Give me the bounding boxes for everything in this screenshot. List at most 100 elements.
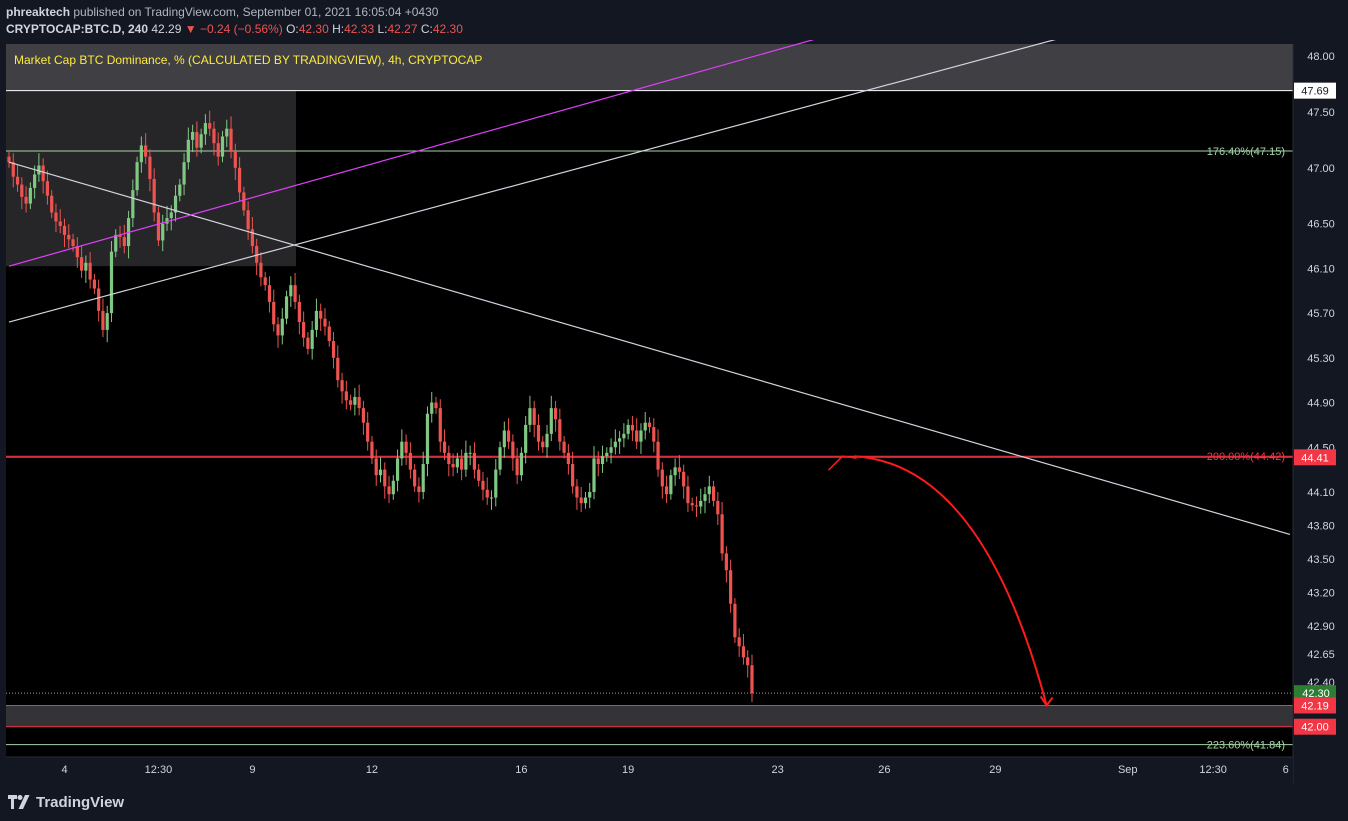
candle-up xyxy=(703,494,707,501)
candle-down xyxy=(408,452,412,470)
candle-down xyxy=(92,279,96,289)
price-tick: 48.00 xyxy=(1307,51,1335,63)
candle-down xyxy=(50,195,54,213)
candle-up xyxy=(618,438,622,442)
price-label-text: 44.41 xyxy=(1301,452,1329,464)
candle-up xyxy=(421,464,425,492)
candle-down xyxy=(331,341,336,358)
price-label-text: 47.69 xyxy=(1301,86,1329,98)
down-arrow-icon: ▼ xyxy=(184,22,197,36)
candle-up xyxy=(280,318,284,336)
candle-up xyxy=(378,469,383,476)
candle-up xyxy=(182,162,186,185)
price-chart[interactable]: 176.40%(47.15) 200.00%(44.42) 223.60%(41.8… xyxy=(0,0,1348,821)
candle-down xyxy=(357,396,361,409)
ohlc-value: 42.33 xyxy=(344,22,375,36)
fib-label: 200.00%(44.42) xyxy=(1207,451,1285,463)
ohlc-key: L: xyxy=(377,22,388,36)
candle-down xyxy=(746,657,750,666)
candle-down xyxy=(152,178,156,213)
price-label-text: 42.19 xyxy=(1301,700,1329,712)
symbol-line: CRYPTOCAP:BTC.D, 240 42.29 ▼ −0.24 (−0.5… xyxy=(6,21,463,37)
candle-up xyxy=(220,136,225,157)
candle-up xyxy=(609,447,613,453)
tradingview-logo[interactable]: TradingView xyxy=(8,793,124,811)
fib-label: 223.60%(41.84) xyxy=(1207,740,1285,752)
candle-down xyxy=(327,326,331,342)
candle-down xyxy=(720,514,724,554)
candle-down xyxy=(562,441,566,453)
time-tick: 4 xyxy=(61,764,67,776)
candle-up xyxy=(310,329,314,349)
candle-down xyxy=(67,234,71,240)
candle-down xyxy=(259,262,263,278)
publish-header: phreaktech published on TradingView.com,… xyxy=(0,0,1348,40)
candle-up xyxy=(455,458,459,468)
price-tick: 47.50 xyxy=(1307,107,1335,119)
candle-down xyxy=(485,489,489,498)
candle-down xyxy=(79,257,84,271)
candle-down xyxy=(716,500,720,515)
candle-down xyxy=(41,165,45,182)
candle-down xyxy=(558,419,562,442)
symbol-name[interactable]: CRYPTOCAP:BTC.D, 240 xyxy=(6,22,148,36)
candle-down xyxy=(553,408,558,420)
ohlc-value: 42.30 xyxy=(298,22,329,36)
candle-up xyxy=(519,452,523,476)
candle-down xyxy=(417,486,421,492)
time-tick: 9 xyxy=(249,764,255,776)
candle-up xyxy=(622,433,626,439)
time-axis[interactable] xyxy=(6,757,1293,784)
time-tick: 12:30 xyxy=(1199,764,1227,776)
candle-down xyxy=(156,212,161,241)
candle-down xyxy=(229,128,233,152)
candle-up xyxy=(498,447,502,470)
price-tick: 46.50 xyxy=(1307,219,1335,231)
candle-up xyxy=(28,187,32,204)
candle-up xyxy=(600,456,605,465)
candle-up xyxy=(395,458,400,481)
candle-down xyxy=(630,424,635,431)
price-tick: 42.65 xyxy=(1307,649,1335,661)
candle-down xyxy=(272,301,276,325)
price-tick: 47.00 xyxy=(1307,163,1335,175)
candle-down xyxy=(340,380,344,392)
time-tick: 23 xyxy=(771,764,783,776)
price-change: −0.24 (−0.56%) xyxy=(199,22,283,36)
candle-up xyxy=(494,469,498,498)
price-tick: 45.70 xyxy=(1307,308,1335,320)
candle-down xyxy=(293,285,297,302)
candle-up xyxy=(391,480,395,495)
candle-down xyxy=(579,497,583,504)
candle-down xyxy=(15,176,20,185)
candle-down xyxy=(20,184,24,197)
candle-down xyxy=(246,210,250,230)
candle-down xyxy=(737,637,741,647)
candle-up xyxy=(468,452,472,454)
candle-down xyxy=(460,458,464,470)
candle-down xyxy=(451,464,455,468)
ohlc-key: H: xyxy=(332,22,345,36)
author-name[interactable]: phreaktech xyxy=(6,5,70,19)
price-tick: 44.10 xyxy=(1307,487,1335,499)
candle-down xyxy=(88,262,92,280)
candle-up xyxy=(400,441,404,459)
candle-up xyxy=(639,430,643,442)
candle-up xyxy=(203,123,208,135)
candle-down xyxy=(323,318,327,327)
price-tick: 45.30 xyxy=(1307,353,1335,365)
last-price: 42.29 xyxy=(151,22,182,36)
candle-up xyxy=(545,433,549,448)
candle-down xyxy=(575,486,579,498)
candle-down xyxy=(212,128,216,144)
candle-down xyxy=(344,391,348,401)
candle-up xyxy=(673,467,677,476)
candle-up xyxy=(191,132,195,140)
candle-down xyxy=(447,452,451,465)
candle-down xyxy=(656,441,660,470)
candle-up xyxy=(139,145,143,163)
price-axis[interactable] xyxy=(1293,44,1348,784)
candle-down xyxy=(434,402,438,409)
candle-down xyxy=(652,427,656,442)
candle-down xyxy=(306,337,310,349)
